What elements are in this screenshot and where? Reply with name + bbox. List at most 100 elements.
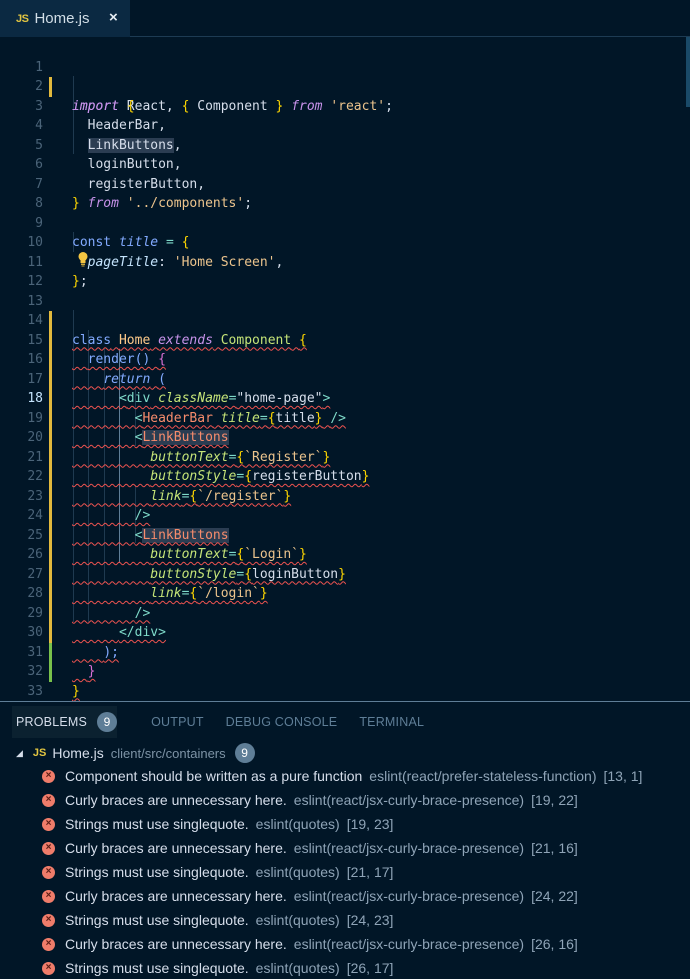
code-line: 2 import { <box>0 58 690 114</box>
code-line-active: 18 <LinkButtons <box>0 370 690 445</box>
problem-source: eslint(quotes) <box>255 864 340 880</box>
problem-file-group[interactable]: ◢ JS Home.js client/src/containers 9 <box>16 743 255 763</box>
error-icon: × <box>42 817 55 831</box>
problem-item[interactable]: × Curly braces are unnecessary here. esl… <box>42 838 578 858</box>
file-problem-count-badge: 9 <box>234 743 255 763</box>
error-icon: × <box>42 937 55 951</box>
javascript-file-icon: JS <box>32 747 47 759</box>
bottom-panel: PROBLEMS 9 OUTPUT DEBUG CONSOLE TERMINAL… <box>0 701 690 979</box>
problem-item[interactable]: × Strings must use singlequote. eslint(q… <box>42 910 393 930</box>
problem-message: Curly braces are unnecessary here. <box>65 936 287 952</box>
problem-message: Curly braces are unnecessary here. <box>65 888 287 904</box>
problem-message: Strings must use singlequote. <box>65 960 249 976</box>
problem-item[interactable]: × Strings must use singlequote. eslint(q… <box>42 862 393 882</box>
code-line: 26 link={`/login`} <box>0 526 690 601</box>
tab-output[interactable]: OUTPUT <box>151 715 204 729</box>
problem-source: eslint(react/jsx-curly-brace-presence) <box>293 792 525 808</box>
tab-terminal[interactable]: TERMINAL <box>359 715 424 729</box>
error-icon: × <box>42 769 55 783</box>
error-icon: × <box>42 961 55 975</box>
problem-message: Curly braces are unnecessary here. <box>65 840 287 856</box>
error-icon: × <box>42 793 55 807</box>
code-editor[interactable]: 1 import React, { Component } from 'reac… <box>0 37 690 719</box>
code-line: 25 buttonStyle={loginButton} <box>0 506 690 582</box>
code-line: 33 export default Home; <box>0 662 690 719</box>
problem-item[interactable]: × Curly braces are unnecessary here. esl… <box>42 790 578 810</box>
code-line: 31 } <box>0 623 690 699</box>
problem-source: eslint(react/jsx-curly-brace-presence) <box>293 888 525 904</box>
error-icon: × <box>42 913 55 927</box>
code-line: 22 /> <box>0 448 690 523</box>
code-line: 24 buttonText={`Login`} <box>0 487 690 562</box>
code-line: 16 <div className="home-page"> <box>0 331 690 406</box>
problem-location: [24, 23] <box>346 912 394 928</box>
code-line: 5 loginButton, <box>0 116 690 173</box>
code-line: 3 HeaderBar, <box>0 77 690 134</box>
code-line: 14 render() { <box>0 292 690 367</box>
code-line: 13 class Home extends Component { <box>0 272 690 348</box>
file-path: client/src/containers <box>110 745 226 761</box>
code-line: 21 link={`/register`} <box>0 428 690 504</box>
code-line: 6 registerButton, <box>0 136 690 192</box>
code-line: 11 }; <box>0 233 690 290</box>
problem-message: Curly braces are unnecessary here. <box>65 792 287 808</box>
problem-count-badge: 9 <box>97 712 118 732</box>
problem-message: Strings must use singlequote. <box>65 816 249 832</box>
error-icon: × <box>42 889 55 903</box>
tab-label: PROBLEMS <box>16 715 88 729</box>
problem-message: Component should be written as a pure fu… <box>65 768 363 784</box>
problem-location: [21, 17] <box>346 864 394 880</box>
problem-source: eslint(quotes) <box>255 912 340 928</box>
chevron-down-icon[interactable]: ◢ <box>16 748 23 759</box>
code-line: 8 <box>0 175 690 211</box>
problem-source: eslint(quotes) <box>255 816 340 832</box>
code-line: 12 <box>0 253 690 289</box>
code-line: 17 <HeaderBar title={title} /> <box>0 350 690 426</box>
code-line: 7 } from '../components'; <box>0 155 690 212</box>
problem-location: [21, 16] <box>531 840 578 856</box>
tab-label: TERMINAL <box>359 715 425 729</box>
code-line: 32 <box>0 643 690 679</box>
code-line: 28 </div> <box>0 565 690 640</box>
tab-debug-console[interactable]: DEBUG CONSOLE <box>226 715 338 729</box>
code-line: 34 <box>0 682 690 718</box>
problem-location: [26, 16] <box>531 936 578 952</box>
tab-label: Home.js <box>34 10 90 27</box>
problem-source: eslint(react/prefer-stateless-function) <box>369 768 597 784</box>
problem-location: [19, 23] <box>346 816 394 832</box>
code-line: 23 <LinkButtons <box>0 467 690 543</box>
problem-source: eslint(react/jsx-curly-brace-presence) <box>293 840 525 856</box>
javascript-file-icon: JS <box>16 12 29 25</box>
problem-location: [24, 22] <box>531 888 578 904</box>
problem-message: Strings must use singlequote. <box>65 912 249 928</box>
code-line: 4 LinkButtons, <box>0 97 690 153</box>
problem-message: Strings must use singlequote. <box>65 864 249 880</box>
code-line: 10 pageTitle: 'Home Screen', <box>0 214 690 270</box>
problem-location: [19, 22] <box>531 792 578 808</box>
panel-tab-list: PROBLEMS 9 OUTPUT DEBUG CONSOLE TERMINAL <box>12 706 446 738</box>
problem-item[interactable]: × Curly braces are unnecessary here. esl… <box>42 886 578 906</box>
problem-source: eslint(react/jsx-curly-brace-presence) <box>293 936 525 952</box>
tab-label: OUTPUT <box>151 715 204 729</box>
code-line: 20 buttonStyle={registerButton} <box>0 409 690 484</box>
code-line: 1 import React, { Component } from 'reac… <box>0 38 690 114</box>
tab-label: DEBUG CONSOLE <box>225 715 338 729</box>
code-line: 19 buttonText={`Register`} <box>0 389 690 465</box>
tab-home-js[interactable]: JS Home.js × <box>0 0 130 37</box>
tab-problems[interactable]: PROBLEMS 9 <box>12 706 118 738</box>
error-icon: × <box>42 841 55 855</box>
problem-location: [26, 17] <box>346 960 394 976</box>
code-line: 27 /> <box>0 545 690 621</box>
problem-item[interactable]: × Strings must use singlequote. eslint(q… <box>42 814 393 834</box>
code-line: 30 } <box>0 604 690 679</box>
code-line: 15 return ( <box>0 311 690 387</box>
problem-item[interactable]: × Component should be written as a pure … <box>42 766 642 786</box>
problem-item[interactable]: × Curly braces are unnecessary here. esl… <box>42 934 578 954</box>
problem-location: [13, 1] <box>603 768 643 784</box>
editor-tab-bar: JS Home.js × <box>0 0 690 37</box>
problem-source: eslint(quotes) <box>255 960 340 976</box>
code-line: 9 const title = { <box>0 194 690 251</box>
problem-item[interactable]: × Strings must use singlequote. eslint(q… <box>42 958 393 978</box>
close-icon[interactable]: × <box>109 9 118 26</box>
file-name: Home.js <box>52 745 104 761</box>
